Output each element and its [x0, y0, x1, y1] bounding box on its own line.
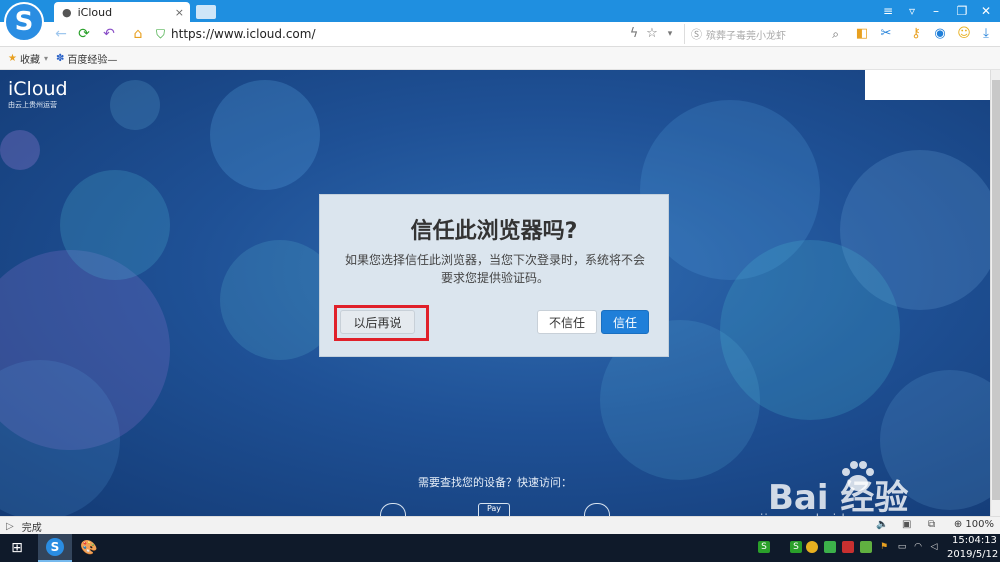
- status-text: 完成: [21, 522, 42, 534]
- red-highlight-box: [334, 305, 429, 341]
- download-icon[interactable]: ⤓: [976, 24, 996, 44]
- undo-icon[interactable]: ↶: [98, 22, 120, 46]
- url-text[interactable]: https://www.icloud.com/: [171, 27, 316, 41]
- refresh-icon[interactable]: ⟳: [73, 22, 95, 46]
- blank-panel: [865, 70, 990, 100]
- star-icon[interactable]: ☆: [642, 24, 662, 44]
- bokeh-circle: [0, 130, 40, 170]
- zoom-value: 100%: [965, 519, 994, 530]
- page-scrollbar[interactable]: [990, 70, 1000, 516]
- browser-icon: S: [46, 538, 64, 556]
- tray-app-icon[interactable]: [842, 541, 854, 553]
- apple-icon: ●: [62, 5, 72, 19]
- bookmark-label: 百度经验—: [67, 54, 118, 66]
- secure-shield-icon: ⛉: [156, 26, 166, 41]
- magnifier-icon[interactable]: ◉: [930, 24, 950, 44]
- tab-close-icon[interactable]: ×: [175, 6, 184, 19]
- search-input[interactable]: 殡葬子毒莞小龙虾: [706, 27, 832, 42]
- scissors-icon[interactable]: ✂: [876, 24, 896, 44]
- dont-trust-button[interactable]: 不信任: [537, 310, 597, 334]
- scrollbar-thumb[interactable]: [992, 80, 1000, 500]
- extension-icon[interactable]: ◧: [852, 24, 872, 44]
- address-toolbar: ← ⟳ ↶ ⌂ ⛉ https://www.icloud.com/ ϟ ☆ ▾ …: [0, 22, 1000, 47]
- skin-icon[interactable]: ▿: [902, 2, 922, 20]
- home-icon[interactable]: ⌂: [127, 22, 149, 46]
- paint-icon[interactable]: 🎨: [80, 539, 98, 557]
- wifi-icon[interactable]: ◠: [912, 541, 924, 553]
- screenshot-icon[interactable]: ▣: [902, 519, 911, 530]
- search-icon[interactable]: ⌕: [832, 27, 839, 42]
- zoom-icon: ⊕: [953, 519, 963, 530]
- minimize-icon[interactable]: –: [926, 2, 946, 20]
- dropdown-icon[interactable]: ▾: [660, 24, 680, 44]
- dialog-message: 如果您选择信任此浏览器，当您下次登录时，系统将不会要求您提供验证码。: [344, 253, 645, 285]
- clock-time[interactable]: 15:04:13: [952, 535, 997, 546]
- bokeh-circle: [60, 170, 170, 280]
- trust-button[interactable]: 信任: [601, 310, 649, 334]
- close-window-icon[interactable]: ✕: [976, 2, 996, 20]
- tab-icloud[interactable]: ● iCloud ×: [54, 2, 190, 22]
- restore-icon[interactable]: ❐: [952, 2, 972, 20]
- smiley-icon[interactable]: ☺: [954, 24, 974, 44]
- bookmark-label: 收藏: [19, 54, 40, 66]
- tray-app-icon[interactable]: [860, 541, 872, 553]
- icloud-brand: iCloud: [8, 78, 68, 100]
- lightning-icon[interactable]: ϟ: [624, 24, 644, 44]
- windows-taskbar: ⊞ S 🎨 S S ⚑ ▭ ◠ ◁: [0, 534, 1000, 562]
- star-icon: ★: [8, 52, 17, 64]
- bookmarks-bar: ★ 收藏 ▾ ✽ 百度经验—: [0, 47, 1000, 70]
- battery-icon[interactable]: ▭: [896, 541, 908, 553]
- window-icon[interactable]: ⧉: [928, 519, 935, 530]
- taskbar-browser-button[interactable]: S: [38, 534, 72, 562]
- tray-app-icon[interactable]: ⚑: [878, 541, 890, 553]
- volume-icon[interactable]: ◁: [928, 541, 940, 553]
- tray-app-icon[interactable]: S: [790, 541, 802, 553]
- bokeh-circle: [110, 80, 160, 130]
- icloud-brand-subtitle: 由云上贵州运营: [8, 101, 57, 109]
- search-box[interactable]: Ⓢ 殡葬子毒莞小龙虾 ⌕: [684, 24, 843, 44]
- tab-title: iCloud: [77, 5, 113, 19]
- chevron-down-icon: ▾: [43, 53, 48, 63]
- new-tab-button[interactable]: [196, 5, 216, 19]
- back-icon[interactable]: ←: [50, 22, 72, 46]
- clock-date[interactable]: 2019/5/12: [947, 549, 998, 560]
- play-icon[interactable]: ▷: [6, 521, 14, 532]
- key-icon[interactable]: ⚷: [906, 24, 926, 44]
- windows-start-icon[interactable]: ⊞: [8, 539, 26, 557]
- service-label: Pay: [486, 504, 502, 513]
- search-engine-icon: Ⓢ: [691, 28, 702, 41]
- speaker-icon[interactable]: 🔈: [876, 519, 888, 530]
- bokeh-circle: [210, 80, 320, 190]
- tray-app-icon[interactable]: [824, 541, 836, 553]
- dialog-title: 信任此浏览器吗?: [410, 219, 578, 244]
- baidu-paw-icon: ✽: [55, 52, 65, 64]
- address-bar[interactable]: ⛉ https://www.icloud.com/: [156, 24, 676, 44]
- zoom-level[interactable]: ⊕ 100%: [954, 519, 994, 530]
- tray-app-icon[interactable]: [806, 541, 818, 553]
- tray-app-icon[interactable]: S: [758, 541, 770, 553]
- bookmark-favorites[interactable]: ★ 收藏 ▾: [8, 51, 48, 66]
- menu-icon[interactable]: ≡: [878, 2, 898, 20]
- status-bar: ▷ 完成 🔈 ▣ ⧉ ⊕ 100%: [0, 516, 1000, 535]
- baidu-paw-icon: [842, 461, 874, 491]
- browser-logo-icon[interactable]: S: [4, 2, 44, 42]
- bookmark-baidu-jingyan[interactable]: ✽ 百度经验—: [56, 51, 117, 66]
